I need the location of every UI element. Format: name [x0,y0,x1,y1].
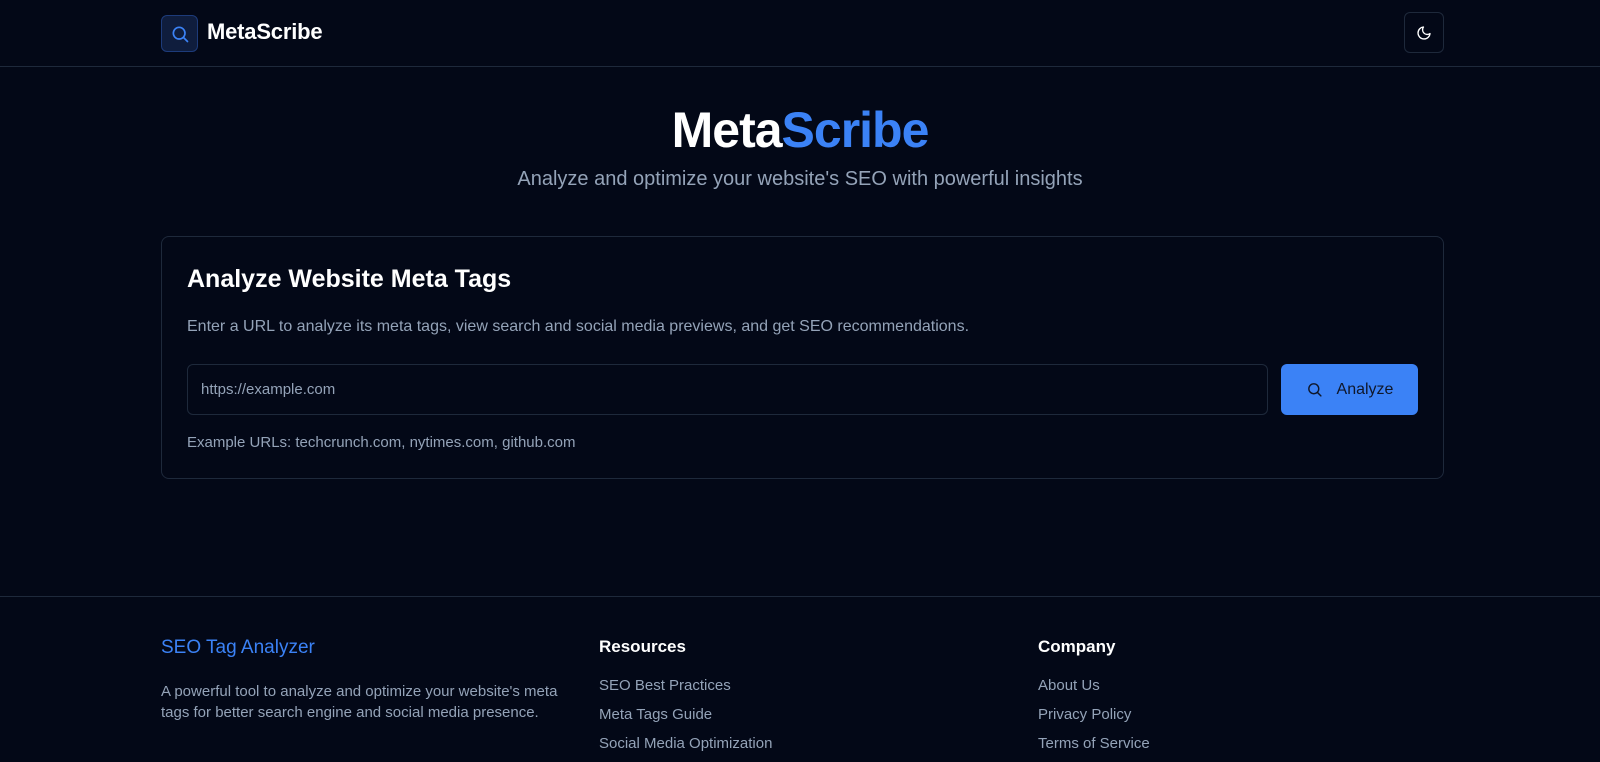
hero-title-meta: Meta [671,102,783,158]
site-header: MetaScribe [0,0,1600,67]
hero-subtitle: Analyze and optimize your website's SEO … [517,168,1083,190]
analyze-button[interactable]: Analyze [1281,364,1418,415]
search-icon [172,26,188,42]
url-input[interactable] [187,364,1268,415]
hero-title: MetaScribe [0,100,1600,160]
footer-link-meta-tags-guide[interactable]: Meta Tags Guide [599,706,712,723]
footer-link-about-us[interactable]: About Us [1038,677,1100,694]
search-icon [1307,383,1322,397]
site-footer: SEO Tag Analyzer A powerful tool to anal… [0,596,1600,762]
theme-toggle-button[interactable] [1404,12,1444,53]
analyzer-title: Analyze Website Meta Tags [187,265,512,293]
brand-name[interactable]: MetaScribe [207,19,323,45]
analyze-button-label: Analyze [1336,380,1394,398]
footer-link-social-media-optimization[interactable]: Social Media Optimization [599,735,772,752]
footer-link-seo-best-practices[interactable]: SEO Best Practices [599,677,731,694]
moon-icon [1417,25,1431,40]
hero-title-scribe: Scribe [781,102,930,158]
analyzer-description: Enter a URL to analyze its meta tags, vi… [187,318,970,335]
footer-link-privacy-policy[interactable]: Privacy Policy [1038,706,1131,723]
example-urls: Example URLs: techcrunch.com, nytimes.co… [187,434,576,451]
footer-link-terms-of-service[interactable]: Terms of Service [1038,735,1150,752]
analyzer-card: Analyze Website Meta Tags Enter a URL to… [161,236,1444,479]
footer-company-heading: Company [1038,637,1116,656]
footer-brand-title: SEO Tag Analyzer [161,637,315,658]
footer-resources-heading: Resources [599,637,686,656]
footer-brand-description: A powerful tool to analyze and optimize … [161,683,558,721]
logo-badge[interactable] [161,15,198,52]
